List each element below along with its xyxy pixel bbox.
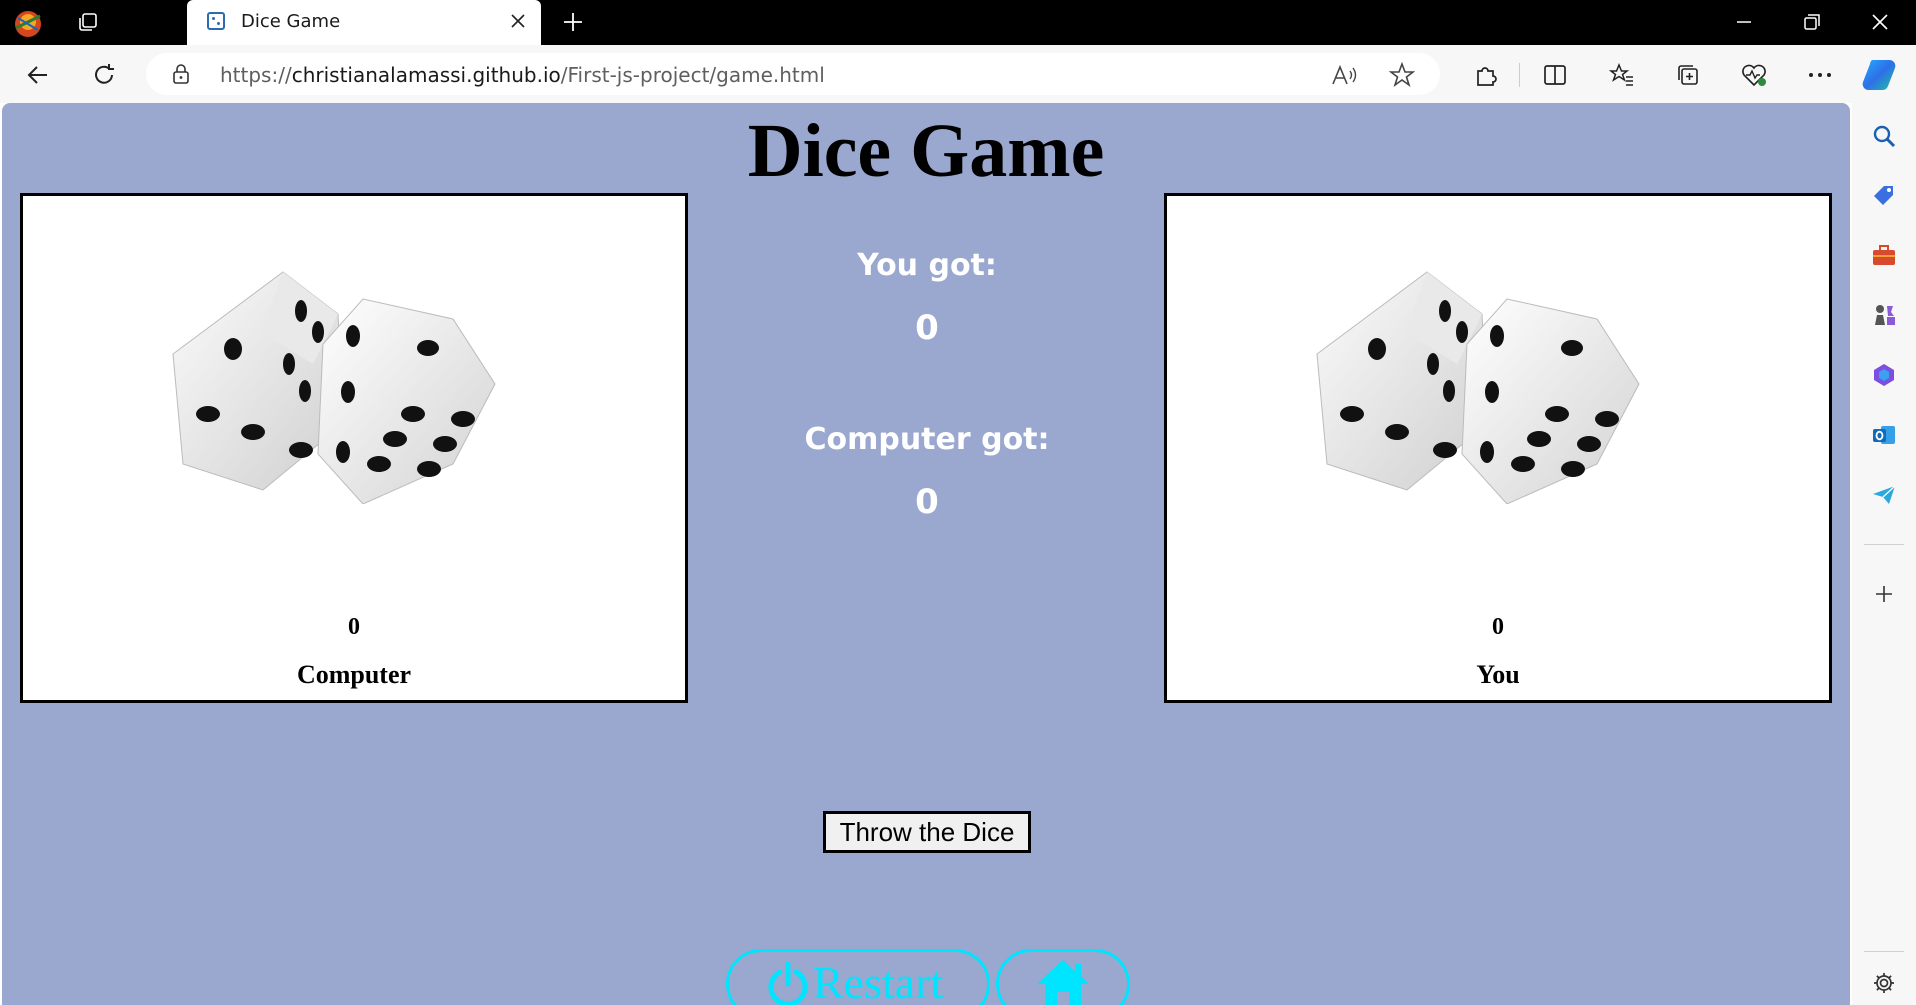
you-got-value: 0	[915, 308, 939, 348]
browser-profile-icon[interactable]	[10, 6, 46, 38]
outlook-icon[interactable]	[1870, 421, 1898, 449]
toolbar-divider	[1519, 63, 1520, 87]
restart-label: Restart	[813, 957, 944, 1005]
you-label: You	[1476, 660, 1520, 689]
address-bar[interactable]: https://christianalamassi.github.io/Firs…	[146, 53, 1440, 95]
copilot-icon[interactable]	[1860, 56, 1900, 92]
tab-title: Dice Game	[241, 11, 341, 32]
microsoft-365-icon[interactable]	[1870, 361, 1898, 389]
settings-gear-icon[interactable]	[1870, 969, 1898, 997]
sidebar-divider	[1864, 544, 1904, 545]
games-chess-icon[interactable]	[1870, 301, 1898, 329]
dice-favicon-icon	[207, 12, 225, 30]
url-host: christianalamassi.github.io	[291, 63, 561, 87]
page-title: Dice Game	[747, 109, 1105, 193]
you-score: 0	[1492, 614, 1504, 640]
throw-dice-button[interactable]: Throw the Dice	[823, 811, 1031, 853]
dice-image	[1316, 271, 1640, 504]
back-icon[interactable]	[22, 59, 54, 91]
home-icon	[1037, 960, 1089, 1005]
shopping-tag-icon[interactable]	[1870, 181, 1898, 209]
computer-score: 0	[348, 614, 360, 640]
computer-label: Computer	[296, 660, 412, 689]
tab-dice-game[interactable]: Dice Game	[187, 0, 541, 45]
computer-dice-panel: 0 Computer	[20, 193, 688, 703]
new-tab-icon[interactable]	[557, 8, 589, 36]
minimize-icon[interactable]	[1726, 10, 1762, 34]
you-got-label: You got:	[857, 248, 997, 283]
send-telegram-icon[interactable]	[1870, 481, 1898, 509]
browser-sidebar	[1852, 103, 1916, 1005]
close-window-icon[interactable]	[1862, 10, 1898, 34]
url-protocol: https://	[220, 63, 292, 87]
browser-essentials-icon[interactable]	[1738, 59, 1770, 91]
restart-button[interactable]: Restart	[726, 949, 990, 1005]
sidebar-divider-bottom	[1864, 951, 1904, 952]
url-text[interactable]: https://christianalamassi.github.io/Firs…	[220, 63, 825, 87]
browser-titlebar: Dice Game	[0, 0, 1916, 45]
results-panel: You got: 0 Computer got: 0	[702, 248, 1152, 528]
page-content: Dice Game 0 Computer You got: 0 Computer…	[2, 103, 1850, 1005]
search-icon[interactable]	[1870, 122, 1898, 150]
power-icon	[768, 961, 808, 1005]
add-sidebar-item-icon[interactable]	[1870, 580, 1898, 608]
tab-actions-icon[interactable]	[72, 8, 104, 36]
refresh-icon[interactable]	[88, 59, 120, 91]
more-options-icon[interactable]	[1804, 59, 1836, 91]
restore-icon[interactable]	[1794, 10, 1830, 34]
url-path: /First-js-project/game.html	[560, 63, 825, 87]
favorites-icon[interactable]	[1606, 59, 1638, 91]
close-tab-icon[interactable]	[507, 10, 529, 32]
dice-image	[172, 271, 496, 504]
favorite-star-icon[interactable]	[1388, 61, 1416, 89]
extensions-icon[interactable]	[1470, 59, 1502, 91]
computer-got-value: 0	[915, 482, 939, 522]
collections-icon[interactable]	[1672, 59, 1704, 91]
lock-icon[interactable]	[172, 64, 190, 84]
tools-briefcase-icon[interactable]	[1870, 241, 1898, 269]
home-button[interactable]	[996, 949, 1130, 1005]
read-aloud-icon[interactable]	[1330, 61, 1358, 89]
you-dice-panel: 0 You	[1164, 193, 1832, 703]
computer-got-label: Computer got:	[804, 422, 1050, 457]
split-screen-icon[interactable]	[1539, 59, 1571, 91]
browser-toolbar: https://christianalamassi.github.io/Firs…	[0, 45, 1916, 103]
